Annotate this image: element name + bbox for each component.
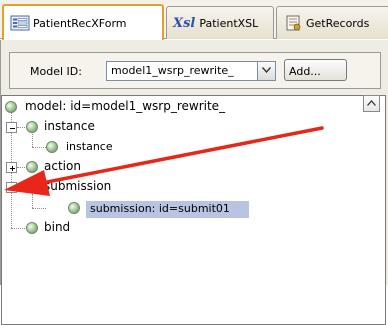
form-icon — [10, 15, 30, 31]
tab-patientrecxform[interactable]: PatientRecXForm — [2, 4, 164, 40]
annotation-arrow-icon — [4, 126, 324, 196]
tab-label: PatientRecXForm — [33, 16, 127, 30]
